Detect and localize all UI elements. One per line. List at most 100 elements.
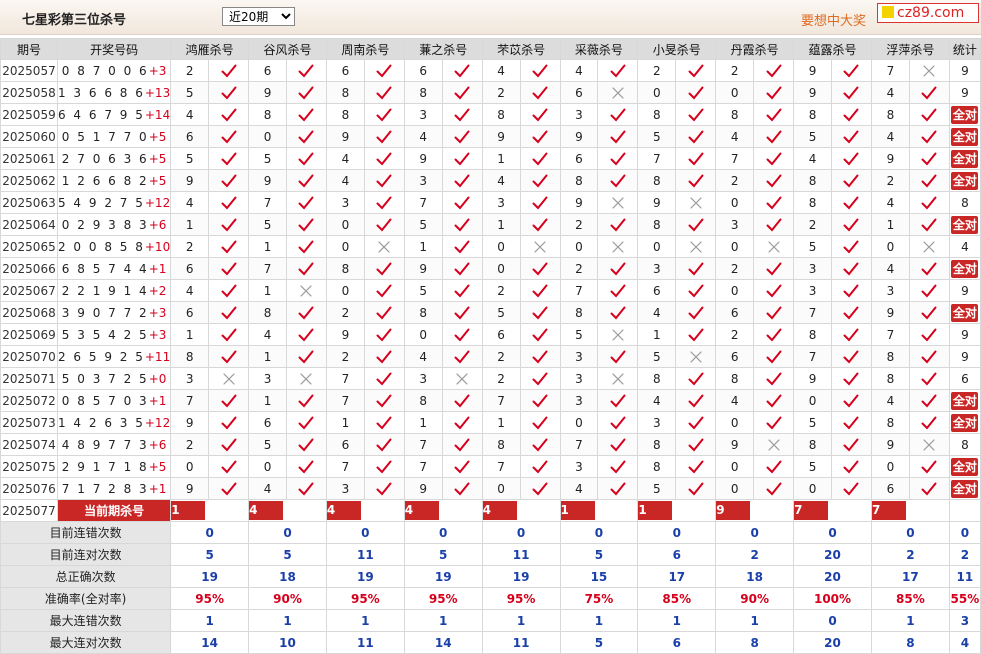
check-icon (454, 240, 470, 253)
kill-value: 0 (559, 235, 599, 258)
kill-value: 8 (248, 103, 287, 126)
result-mark (285, 147, 327, 170)
column-header-expert[interactable]: 谷风杀号 (248, 38, 327, 60)
result-mark (831, 455, 872, 478)
result-mark (908, 323, 950, 346)
column-header-expert[interactable]: 丹霞杀号 (715, 38, 795, 60)
issue-cell: 2025067 (0, 279, 58, 302)
kill-value: 7 (248, 257, 287, 280)
check-icon (376, 438, 392, 451)
check-icon (221, 196, 237, 209)
result-mark (441, 125, 483, 148)
column-header-expert[interactable]: 蒹之杀号 (403, 38, 483, 60)
prediction-cell: 4 (325, 499, 405, 522)
cross-icon (768, 438, 780, 451)
table-row: 2025069 5 3 5 4 2 5+3 1 4 9 0 6 5 1 2 8 7 9 (0, 323, 981, 346)
prediction-value: 1 (638, 501, 673, 520)
result-mark (831, 345, 872, 368)
check-icon (221, 416, 237, 429)
result-mark (908, 455, 950, 478)
column-header-expert[interactable]: 小旻杀号 (637, 38, 717, 60)
all-right-badge: 全对 (951, 149, 979, 168)
summary-label: 目前连错次数 (0, 521, 172, 544)
check-icon (688, 64, 704, 77)
kill-value: 7 (325, 455, 365, 478)
check-icon (298, 350, 314, 363)
column-header-expert[interactable]: 采薇杀号 (559, 38, 639, 60)
prediction-cell: 1 (637, 499, 717, 522)
result-mark (597, 301, 639, 324)
column-header-expert[interactable]: 周南杀号 (325, 38, 405, 60)
draw-digits: 6 8 5 7 4 4 (61, 261, 149, 276)
prediction-value: 7 (872, 501, 906, 520)
draw-numbers-cell: 5 4 9 2 7 5+12 (56, 191, 172, 214)
result-mark (753, 301, 795, 324)
result-mark (753, 257, 795, 280)
column-header-stat: 统计 (948, 38, 981, 60)
result-mark (363, 433, 405, 456)
check-icon (221, 262, 237, 275)
column-header-expert[interactable]: 蕴露杀号 (793, 38, 872, 60)
column-header-expert[interactable]: 鸿雁杀号 (170, 38, 250, 60)
kill-value: 9 (559, 191, 599, 214)
logo-text: cz89.com (897, 5, 965, 21)
kill-value: 0 (481, 235, 521, 258)
check-icon (766, 284, 782, 297)
kill-value: 0 (637, 81, 677, 104)
check-icon (843, 482, 859, 495)
kill-value: 7 (403, 433, 443, 456)
result-mark (441, 389, 483, 412)
result-mark (675, 345, 717, 368)
result-mark (208, 455, 250, 478)
cross-icon (768, 240, 780, 253)
check-icon (688, 394, 704, 407)
check-icon (532, 108, 548, 121)
digit-sum: +1 (148, 261, 167, 276)
prediction-cell: 9 (715, 499, 795, 522)
result-mark (519, 59, 561, 82)
result-mark (675, 477, 717, 500)
kill-value: 3 (403, 367, 443, 390)
check-icon (921, 306, 937, 319)
issue-cell: 2025058 (0, 81, 58, 104)
result-mark (597, 213, 639, 236)
check-icon (766, 130, 782, 143)
result-mark (675, 411, 717, 434)
summary-label: 准确率(全对率) (0, 587, 172, 610)
column-header-expert[interactable]: 芣苡杀号 (481, 38, 561, 60)
site-logo[interactable]: cz89.com (877, 3, 979, 23)
summary-value: 17 (870, 565, 950, 588)
check-icon (610, 416, 626, 429)
check-icon (766, 64, 782, 77)
kill-value: 7 (793, 301, 832, 324)
draw-numbers-cell: 2 6 5 9 2 5+11 (56, 345, 172, 368)
result-mark (831, 433, 872, 456)
check-icon (766, 482, 782, 495)
check-icon (376, 108, 392, 121)
summary-value: 95% (403, 587, 483, 610)
check-icon (688, 130, 704, 143)
digit-sum: +3 (148, 63, 167, 78)
column-header-expert[interactable]: 浮萍杀号 (870, 38, 950, 60)
kill-value: 1 (325, 411, 365, 434)
check-icon (688, 372, 704, 385)
kill-value: 3 (248, 367, 287, 390)
check-icon (921, 350, 937, 363)
summary-value: 75% (559, 587, 639, 610)
check-icon (610, 218, 626, 231)
check-icon (843, 372, 859, 385)
kill-value: 2 (481, 279, 521, 302)
check-icon (843, 350, 859, 363)
kill-value: 8 (637, 103, 677, 126)
kill-value: 7 (637, 147, 677, 170)
issue-cell: 2025075 (0, 455, 58, 478)
result-mark (908, 235, 950, 258)
kill-value: 2 (325, 345, 365, 368)
period-select[interactable]: 近20期 (222, 7, 295, 26)
prediction-cell: 4 (481, 499, 561, 522)
kill-value: 9 (559, 125, 599, 148)
prediction-cell: 1 (170, 499, 250, 522)
kill-value: 8 (793, 323, 832, 346)
result-mark (675, 301, 717, 324)
kill-value: 7 (170, 389, 210, 412)
